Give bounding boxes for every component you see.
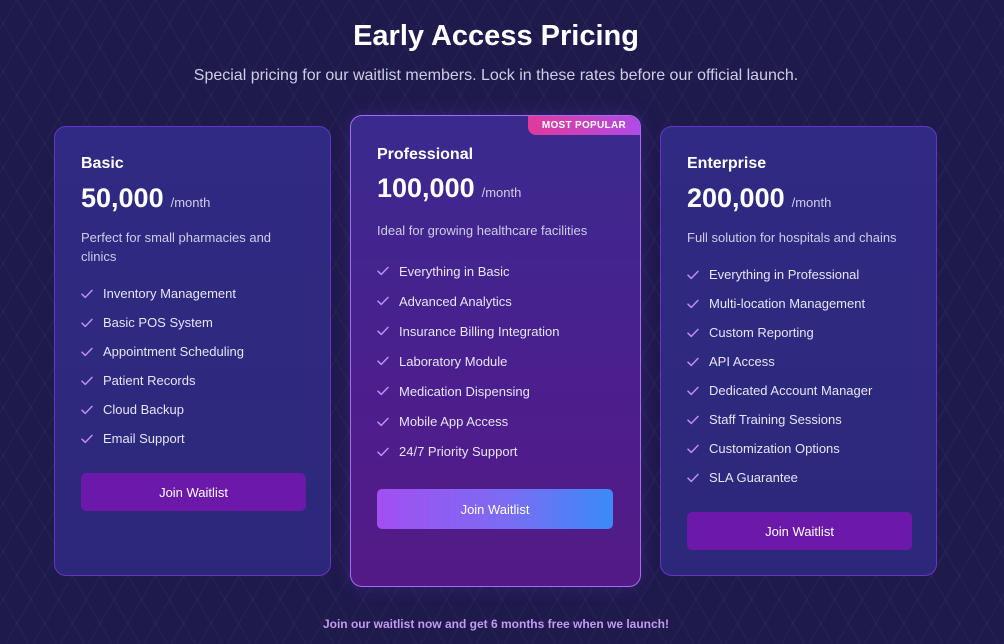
- feature-label: Staff Training Sessions: [709, 412, 842, 427]
- feature-list: Everything in Professional Multi-location…: [687, 260, 872, 492]
- page-title: Early Access Pricing: [353, 20, 639, 52]
- check-icon: [81, 376, 93, 385]
- check-icon: [377, 356, 389, 366]
- join-waitlist-button-enterprise[interactable]: Join Waitlist: [687, 512, 912, 550]
- check-icon: [377, 387, 389, 396]
- feature-item: Laboratory Module: [377, 346, 559, 376]
- check-icon: [687, 444, 699, 453]
- feature-item: Basic POS System: [81, 308, 244, 337]
- feature-label: 24/7 Priority Support: [399, 444, 518, 460]
- feature-item: Everything in Professional: [687, 260, 872, 289]
- feature-item: Staff Training Sessions: [687, 405, 872, 434]
- price-row: 50,000 /month: [81, 183, 210, 214]
- plan-name: Basic: [81, 155, 124, 172]
- feature-item: Appointment Scheduling: [81, 337, 244, 366]
- feature-list: Inventory Management Basic POS System Appo…: [81, 279, 244, 453]
- feature-item: Dedicated Account Manager: [687, 376, 872, 405]
- feature-label: Cloud Backup: [103, 402, 184, 417]
- feature-item: Multi-location Management: [687, 289, 872, 318]
- check-icon: [81, 318, 93, 327]
- feature-label: Insurance Billing Integration: [399, 323, 560, 339]
- feature-list: Everything in Basic Advanced Analytics Ins…: [377, 256, 559, 467]
- feature-item: 24/7 Priority Support: [377, 437, 559, 467]
- feature-label: Inventory Management: [103, 286, 236, 301]
- check-icon: [377, 326, 389, 336]
- plan-card-professional: MOST POPULAR Professional 100,000 /month…: [350, 115, 641, 587]
- plan-price: 50,000: [81, 183, 164, 213]
- check-icon: [81, 347, 93, 356]
- most-popular-badge: MOST POPULAR: [527, 116, 640, 135]
- feature-item: Customization Options: [687, 434, 872, 463]
- feature-label: Basic POS System: [103, 315, 213, 330]
- feature-label: Mobile App Access: [399, 414, 509, 430]
- price-row: 100,000 /month: [377, 173, 521, 204]
- check-icon: [377, 296, 389, 306]
- feature-label: Everything in Professional: [709, 267, 860, 282]
- plan-period: /month: [791, 195, 832, 210]
- plan-card-basic: Basic 50,000 /month Perfect for small ph…: [54, 126, 331, 576]
- plan-price: 100,000: [377, 173, 475, 203]
- feature-label: Custom Reporting: [709, 325, 814, 340]
- price-row: 200,000 /month: [687, 183, 831, 214]
- plan-period: /month: [170, 195, 211, 210]
- waitlist-promo-note: Join our waitlist now and get 6 months f…: [322, 617, 670, 631]
- plan-card-enterprise: Enterprise 200,000 /month Full solution …: [660, 126, 937, 576]
- check-icon: [687, 473, 699, 482]
- check-icon: [377, 447, 389, 456]
- feature-item: Custom Reporting: [687, 318, 872, 347]
- feature-label: Email Support: [103, 431, 185, 446]
- check-icon: [687, 328, 699, 337]
- page-subtitle: Special pricing for our waitlist members…: [193, 67, 799, 84]
- plan-description: Perfect for small pharmacies and clinics: [81, 230, 272, 264]
- feature-label: Customization Options: [709, 441, 840, 456]
- plan-price: 200,000: [687, 183, 785, 213]
- plan-description: Ideal for growing healthcare facilities: [377, 223, 588, 238]
- check-icon: [81, 405, 93, 414]
- join-waitlist-button-basic[interactable]: Join Waitlist: [81, 473, 306, 511]
- feature-item: Advanced Analytics: [377, 286, 559, 316]
- check-icon: [687, 270, 699, 279]
- check-icon: [687, 357, 699, 366]
- plan-description: Full solution for hospitals and chains: [687, 230, 897, 245]
- feature-label: Advanced Analytics: [399, 293, 512, 309]
- feature-item: Inventory Management: [81, 279, 244, 308]
- check-icon: [687, 386, 699, 395]
- plan-name: Professional: [377, 146, 474, 163]
- check-icon: [377, 417, 389, 426]
- feature-label: Multi-location Management: [709, 296, 866, 311]
- check-icon: [81, 434, 93, 443]
- join-waitlist-button-professional[interactable]: Join Waitlist: [377, 489, 613, 529]
- feature-label: Patient Records: [103, 373, 196, 388]
- feature-item: Patient Records: [81, 366, 244, 395]
- check-icon: [81, 289, 93, 298]
- plan-name: Enterprise: [687, 155, 767, 172]
- feature-label: Everything in Basic: [399, 263, 510, 279]
- feature-label: SLA Guarantee: [709, 470, 798, 485]
- check-icon: [687, 299, 699, 308]
- feature-item: Everything in Basic: [377, 256, 559, 286]
- feature-label: Appointment Scheduling: [103, 344, 244, 359]
- feature-item: Email Support: [81, 424, 244, 453]
- feature-label: Medication Dispensing: [399, 383, 530, 399]
- check-icon: [377, 266, 389, 276]
- feature-item: SLA Guarantee: [687, 463, 872, 492]
- feature-label: Dedicated Account Manager: [709, 383, 873, 398]
- check-icon: [687, 415, 699, 424]
- feature-item: Mobile App Access: [377, 406, 559, 436]
- feature-item: Insurance Billing Integration: [377, 316, 559, 346]
- feature-item: API Access: [687, 347, 872, 376]
- feature-item: Medication Dispensing: [377, 376, 559, 406]
- feature-item: Cloud Backup: [81, 395, 244, 424]
- feature-label: Laboratory Module: [399, 353, 508, 369]
- plan-period: /month: [481, 185, 522, 200]
- feature-label: API Access: [709, 354, 775, 369]
